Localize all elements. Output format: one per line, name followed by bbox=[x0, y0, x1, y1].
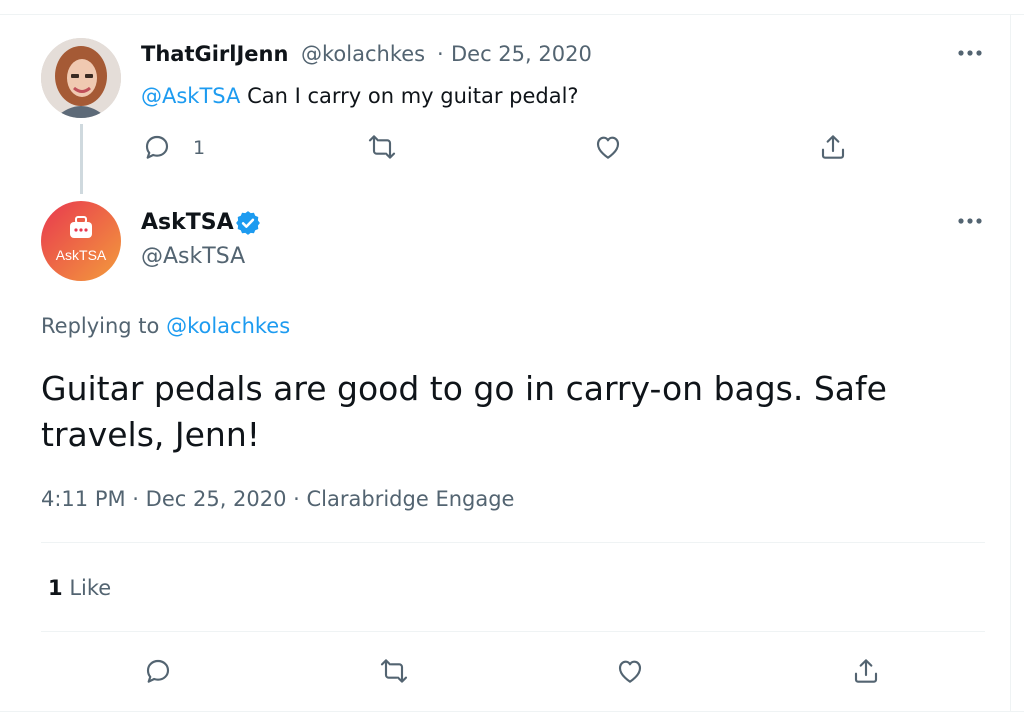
bottom-border bbox=[0, 711, 1024, 712]
main-author-handle[interactable]: @AskTSA bbox=[141, 244, 245, 269]
like-label: Like bbox=[69, 576, 112, 600]
likes-summary[interactable]: 1 Like bbox=[48, 576, 111, 600]
meta-separator: · bbox=[286, 487, 307, 511]
more-icon[interactable] bbox=[955, 211, 985, 231]
like-icon[interactable] bbox=[592, 131, 624, 163]
tweet-time[interactable]: 4:11 PM bbox=[41, 487, 126, 511]
share-icon[interactable] bbox=[850, 655, 882, 687]
replying-to: Replying to @kolachkes bbox=[41, 314, 290, 338]
thread-connector bbox=[80, 124, 83, 194]
reply-date[interactable]: Dec 25, 2020 bbox=[451, 42, 592, 66]
main-author-name[interactable]: AskTSA bbox=[141, 210, 234, 235]
reply-tweet-body: Can I carry on my guitar pedal? bbox=[240, 84, 579, 108]
like-icon[interactable] bbox=[614, 655, 646, 687]
divider bbox=[41, 631, 985, 632]
more-icon[interactable] bbox=[955, 43, 985, 63]
reply-author-handle[interactable]: @kolachkes bbox=[301, 42, 425, 66]
reply-author-name[interactable]: ThatGirlJenn bbox=[141, 42, 288, 66]
reply-tweet-text: @AskTSA Can I carry on my guitar pedal? bbox=[141, 84, 579, 108]
avatar-asktsa[interactable]: AskTSA bbox=[41, 201, 121, 281]
reply-icon[interactable] bbox=[142, 655, 174, 687]
tweet-meta: 4:11 PM · Dec 25, 2020 · Clarabridge Eng… bbox=[41, 487, 514, 511]
top-border bbox=[0, 14, 1024, 15]
avatar-thatgirljenn[interactable] bbox=[41, 38, 121, 118]
reply-icon[interactable] bbox=[141, 131, 173, 163]
verified-badge-icon bbox=[234, 209, 262, 237]
like-count: 1 bbox=[48, 576, 63, 600]
share-icon[interactable] bbox=[817, 131, 849, 163]
right-border bbox=[1010, 14, 1011, 712]
tweet-source[interactable]: Clarabridge Engage bbox=[307, 487, 515, 511]
mention-link[interactable]: @AskTSA bbox=[141, 84, 240, 108]
replying-prefix: Replying to bbox=[41, 314, 167, 338]
reply-count: 1 bbox=[193, 137, 206, 159]
reply-separator: · bbox=[437, 42, 444, 66]
main-tweet-text: Guitar pedals are good to go in carry-on… bbox=[41, 369, 887, 454]
retweet-icon[interactable] bbox=[366, 131, 398, 163]
retweet-icon[interactable] bbox=[378, 655, 410, 687]
tweet-date[interactable]: Dec 25, 2020 bbox=[146, 487, 287, 511]
replying-handle-link[interactable]: @kolachkes bbox=[166, 314, 290, 338]
meta-separator: · bbox=[125, 487, 146, 511]
divider bbox=[41, 542, 985, 543]
avatar-label-tsa: TSA bbox=[79, 247, 107, 263]
avatar-label-ask: Ask bbox=[56, 247, 80, 263]
svg-text:AskTSA: AskTSA bbox=[56, 247, 107, 263]
